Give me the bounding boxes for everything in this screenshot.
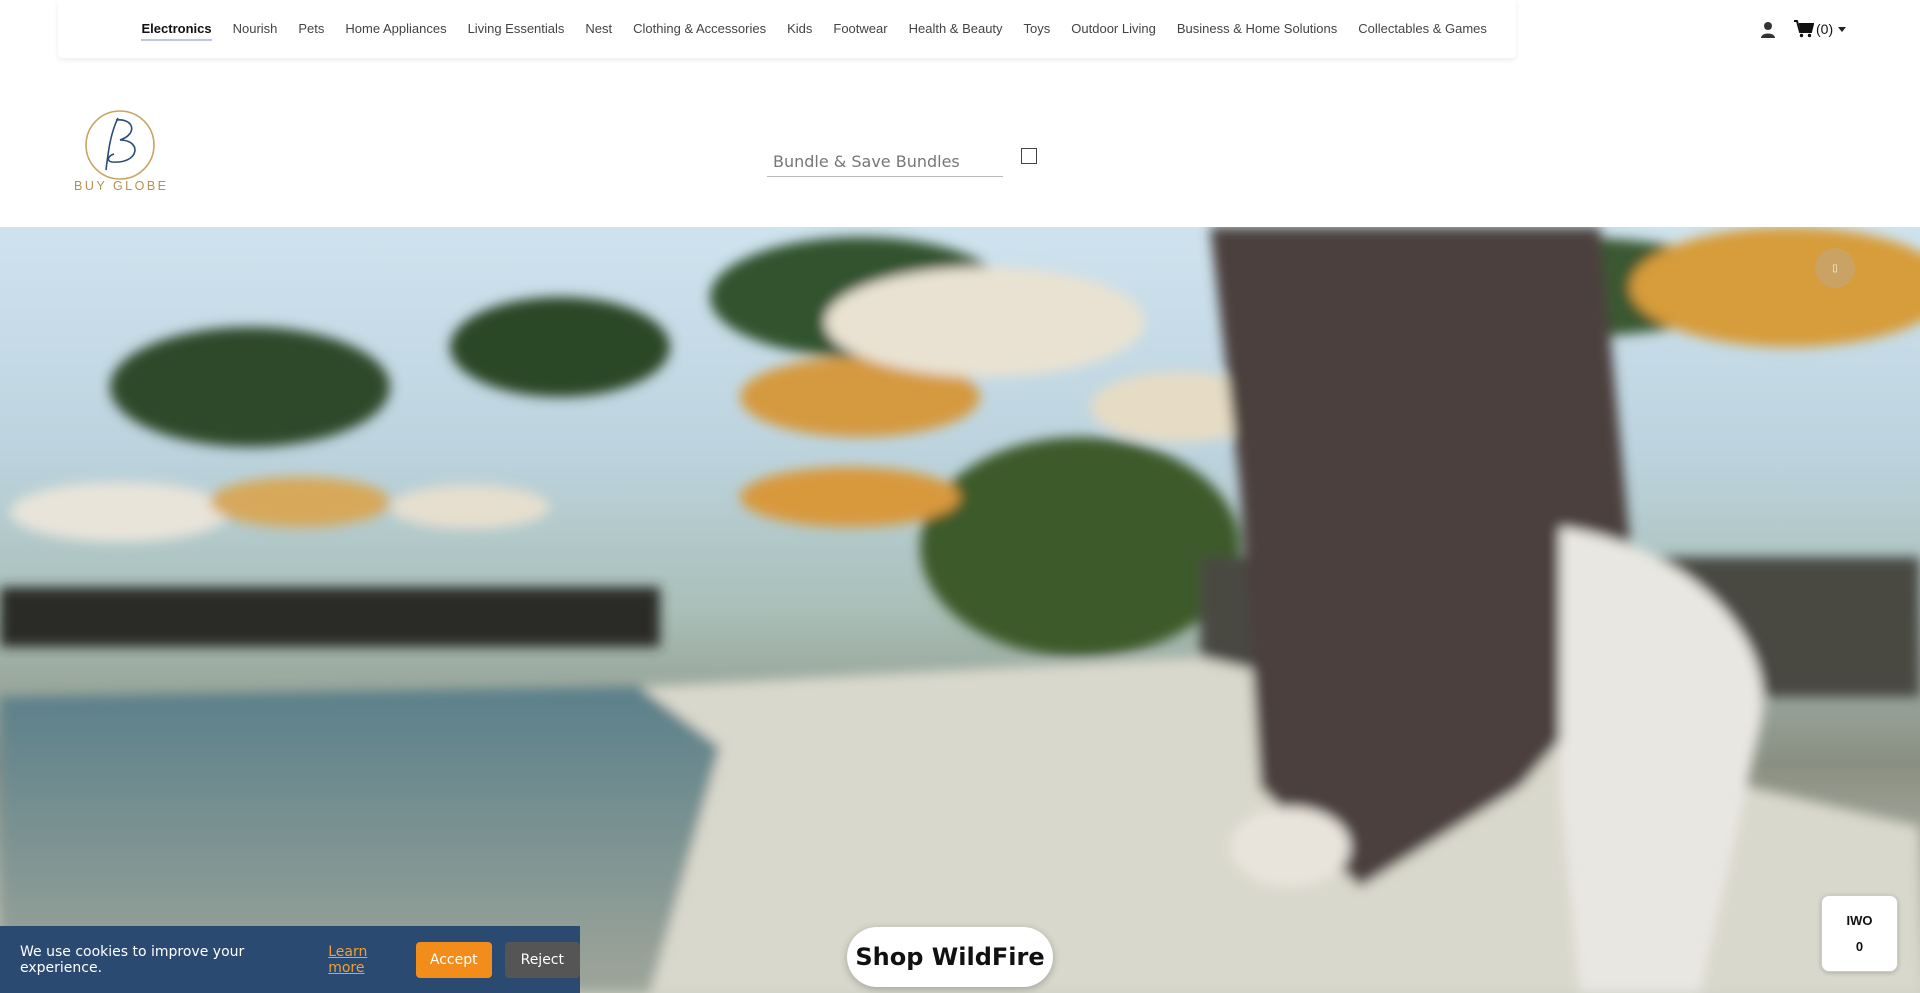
nav-item-business-home-solutions[interactable]: Business & Home Solutions [1166, 0, 1347, 58]
user-icon[interactable] [1760, 21, 1776, 39]
cart-button[interactable]: (0) [1794, 20, 1847, 38]
nav-item-nest[interactable]: Nest [575, 0, 623, 58]
nav-item-kids[interactable]: Kids [777, 0, 823, 58]
cookie-accept-button[interactable]: Accept [415, 941, 492, 978]
nav-item-collectables-games[interactable]: Collectables & Games [1348, 0, 1498, 58]
search-input[interactable] [767, 142, 1009, 180]
cart-count: (0) [1816, 21, 1834, 37]
cart-icon [1794, 20, 1814, 38]
search-checkbox[interactable] [1021, 148, 1037, 164]
cookie-learn-more-link[interactable]: Learn more [328, 944, 406, 976]
hero-pause-button[interactable]: ▯ [1815, 248, 1855, 288]
nav-item-electronics[interactable]: Electronics [131, 0, 222, 58]
hero-banner: ▯ Shop WildFire [0, 227, 1920, 993]
nav-item-living-essentials[interactable]: Living Essentials [457, 0, 575, 58]
caret-down-icon[interactable] [1838, 26, 1847, 32]
nav-item-health-beauty[interactable]: Health & Beauty [898, 0, 1013, 58]
nav-item-toys[interactable]: Toys [1013, 0, 1061, 58]
nav-item-nourish[interactable]: Nourish [222, 0, 288, 58]
category-menu: Electronics Nourish Pets Home Appliances… [131, 0, 1497, 58]
nav-item-footwear[interactable]: Footwear [823, 0, 898, 58]
logo-wordmark: BUY GLOBE [74, 179, 169, 193]
badge-line-2: 0 [1855, 938, 1864, 954]
cookie-message: We use cookies to improve your experienc… [20, 943, 245, 976]
cookie-reject-button[interactable]: Reject [504, 941, 580, 978]
nav-item-clothing-accessories[interactable]: Clothing & Accessories [623, 0, 777, 58]
nav-item-home-appliances[interactable]: Home Appliances [335, 0, 457, 58]
top-navigation-bar: Electronics Nourish Pets Home Appliances… [58, 0, 1516, 58]
nav-item-outdoor-living[interactable]: Outdoor Living [1061, 0, 1167, 58]
cookie-banner: We use cookies to improve your experienc… [0, 926, 580, 993]
floating-widget-badge[interactable]: IWO 0 [1821, 895, 1898, 972]
nav-item-pets[interactable]: Pets [288, 0, 335, 58]
search-field [767, 142, 1009, 180]
badge-line-1: IWO [1846, 912, 1873, 928]
hero-image [0, 227, 1920, 993]
shop-wildfire-button[interactable]: Shop WildFire [847, 927, 1053, 987]
